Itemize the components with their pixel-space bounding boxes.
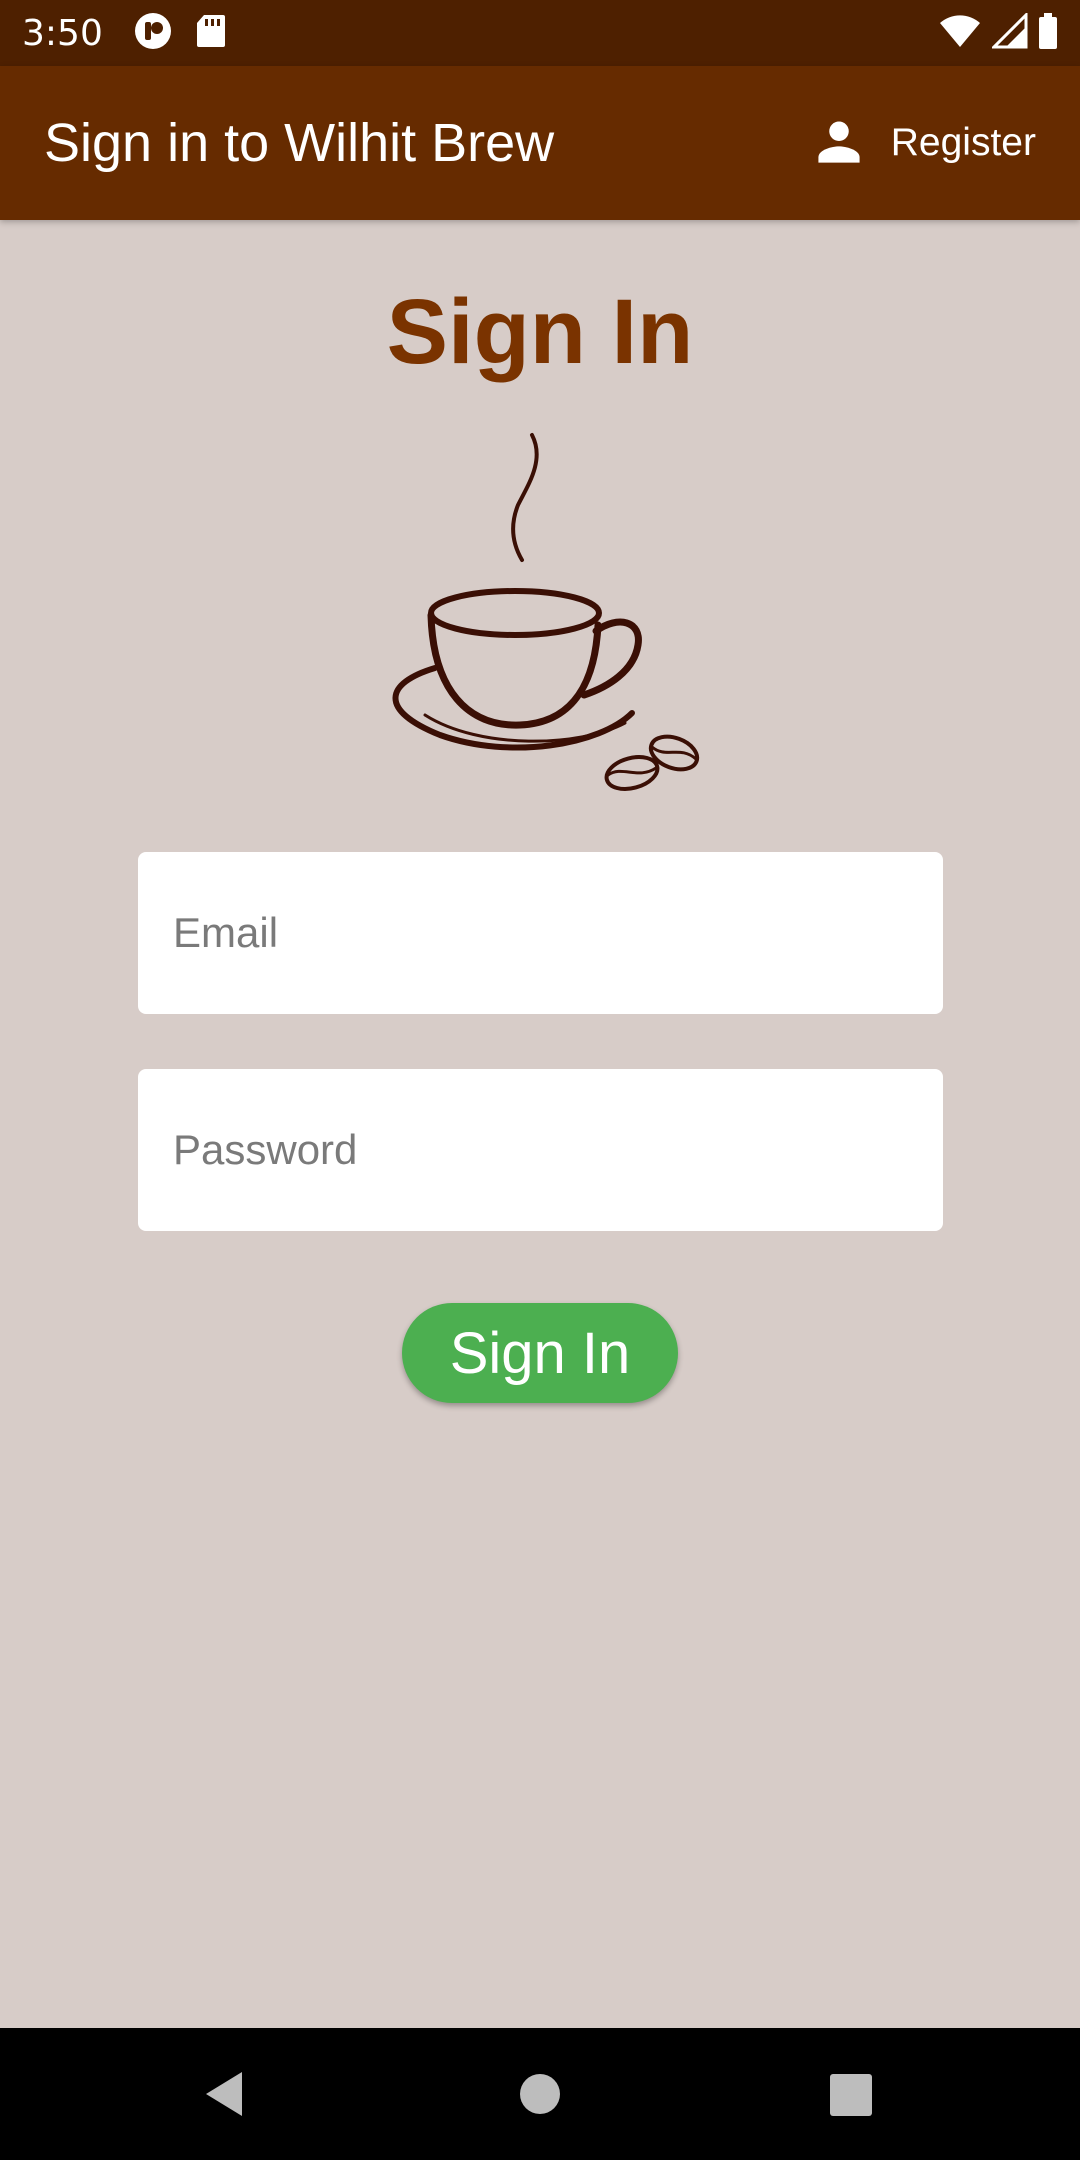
status-bar: 3:50 (0, 0, 1080, 66)
page-title: Sign In (386, 281, 694, 383)
person-icon (813, 115, 865, 172)
app-bar: Sign in to Wilhit Brew Register (0, 66, 1080, 220)
battery-icon (1038, 12, 1058, 54)
sd-card-icon (195, 13, 227, 54)
register-label: Register (890, 121, 1036, 164)
status-right-icons (938, 10, 1058, 54)
home-button[interactable] (504, 2058, 576, 2130)
back-icon (206, 2072, 242, 2116)
sign-in-button[interactable]: Sign In (402, 1303, 678, 1403)
email-field[interactable] (138, 852, 943, 1014)
home-icon (520, 2074, 560, 2114)
app-title: Sign in to Wilhit Brew (44, 113, 555, 173)
wifi-icon (938, 13, 982, 54)
back-button[interactable] (190, 2058, 262, 2130)
status-left-icons (133, 11, 227, 56)
password-field[interactable] (138, 1069, 943, 1231)
register-button[interactable]: Register (813, 115, 1036, 172)
app-notification-icon (133, 11, 173, 56)
status-time: 3:50 (22, 12, 103, 54)
cell-signal-icon (990, 10, 1028, 54)
coffee-cup-icon (392, 433, 700, 791)
recents-button[interactable] (814, 2058, 886, 2130)
navigation-bar (0, 2028, 1080, 2160)
password-input[interactable] (171, 1125, 910, 1175)
sign-in-form: Sign In Sign In (0, 220, 1080, 2028)
recents-icon (830, 2074, 872, 2116)
email-input[interactable] (171, 908, 910, 958)
